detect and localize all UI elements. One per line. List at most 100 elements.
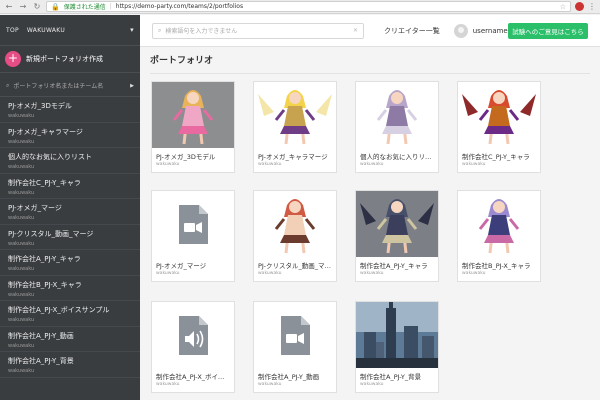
thumbnail-character-blonde — [254, 82, 336, 148]
card-team: wakuwaku — [156, 271, 180, 276]
thumbnail-character-armored — [356, 191, 438, 257]
sidebar-item-team: wakuwaku — [8, 113, 35, 119]
forward-icon[interactable]: → — [18, 2, 28, 12]
top-bar: ⌕ 検索語句を入力できません ✕ クリエイター一覧 username 試験へのご… — [140, 15, 600, 47]
sidebar-item-label: 制作会社C_PJ-Y_キャラ — [8, 178, 81, 187]
card-title: 制作会社A_PJ-X_ボイスサンプル — [156, 373, 234, 381]
sidebar-item-team: wakuwaku — [8, 317, 35, 323]
username[interactable]: username — [473, 27, 508, 35]
thumbnail-background-city — [356, 302, 438, 368]
sidebar-item-label: PJ-クリスタル_動画_マージ — [8, 229, 94, 238]
card-title: PJ-オメガ_3Dモデル — [156, 153, 216, 161]
team-dropdown-icon[interactable]: ▾ — [130, 26, 134, 34]
sidebar-header: TOP WAKUWAKU ▾ — [0, 15, 140, 45]
portfolio-card[interactable]: 制作会社A_PJ-Y_背景 wakuwaku — [355, 301, 439, 393]
page-title: ポートフォリオ — [150, 56, 214, 66]
team-name[interactable]: WAKUWAKU — [27, 27, 65, 34]
card-team: wakuwaku — [258, 271, 282, 276]
card-team: wakuwaku — [360, 271, 384, 276]
thumbnail-character-3d — [152, 82, 234, 148]
url-separator: | — [109, 3, 112, 10]
search-placeholder: 検索語句を入力できません — [165, 28, 238, 35]
sidebar-item[interactable]: 制作会社A_PJ-X_ボイスサンプル wakuwaku — [0, 301, 140, 327]
sidebar-item[interactable]: 制作会社A_PJ-Y_動画 wakuwaku — [0, 327, 140, 352]
card-team: wakuwaku — [462, 162, 486, 167]
search-input[interactable]: ⌕ 検索語句を入力できません ✕ — [152, 22, 364, 39]
sidebar-search-input[interactable]: ⌕ ポートフォリオ名またはチーム名 ▶ — [0, 75, 140, 97]
sort-arrow-icon[interactable]: ▶ — [130, 83, 134, 89]
create-portfolio-label: 新規ポートフォリオ作成 — [26, 55, 103, 63]
sidebar-item-label: 制作会社B_PJ-X_キャラ — [8, 280, 82, 289]
sidebar-item-label: 制作会社A_PJ-X_ボイスサンプル — [8, 306, 110, 314]
sidebar-item-team: wakuwaku — [8, 342, 35, 349]
sidebar-item[interactable]: PJ-オメガ_マージ wakuwaku — [0, 199, 140, 225]
sidebar-item[interactable]: PJ-オメガ_キャラマージ wakuwaku — [0, 123, 140, 148]
sidebar-item-team: wakuwaku — [8, 368, 35, 374]
sidebar-item[interactable]: PJ-オメガ_3Dモデル wakuwaku — [0, 97, 140, 123]
card-title: PJ-クリスタル_動画_マージ — [258, 262, 336, 270]
card-title: PJ-オメガ_キャラマージ — [258, 153, 328, 161]
sidebar-item-label: PJ-オメガ_3Dモデル — [8, 102, 72, 110]
sidebar-item-label: 制作会社A_PJ-Y_動画 — [8, 331, 74, 340]
sidebar-item[interactable]: 制作会社C_PJ-Y_キャラ wakuwaku — [0, 174, 140, 199]
sidebar-item-team: wakuwaku — [8, 266, 35, 272]
sidebar-item-team: wakuwaku — [8, 215, 35, 221]
reload-icon[interactable]: ↻ — [32, 2, 42, 12]
card-title: 制作会社C_PJ-Y_キャラ — [462, 153, 530, 161]
back-icon[interactable]: ← — [4, 2, 14, 12]
avatar[interactable] — [453, 23, 468, 38]
sidebar-item-label: PJ-オメガ_マージ — [8, 204, 62, 212]
sidebar-item[interactable]: PJ-クリスタル_動画_マージ wakuwaku — [0, 225, 140, 250]
browser-toolbar: ← → ↻ 🔒 保護された通信 | https://demo-party.com… — [0, 0, 600, 14]
thumbnail-character-fighter — [254, 191, 336, 257]
portfolio-card[interactable]: 制作会社B_PJ-X_キャラ wakuwaku — [457, 190, 541, 282]
search-icon: ⌕ — [6, 81, 10, 89]
address-bar[interactable]: 🔒 保護された通信 | https://demo-party.com/teams… — [46, 1, 571, 12]
secure-label: 保護された通信 — [63, 4, 106, 11]
card-title: 制作会社A_PJ-Y_動画 — [258, 373, 320, 381]
portfolio-grid: PJ-オメガ_3Dモデル wakuwaku PJ-オメガ_キャラマージ wakuwak… — [151, 81, 591, 400]
card-team: wakuwaku — [360, 382, 384, 387]
sidebar-item[interactable]: 個人的なお気に入りリスト wakuwaku — [0, 148, 140, 174]
browser-menu-icon[interactable]: ⋮ — [588, 2, 596, 11]
bookmark-star-icon[interactable]: ☆ — [560, 3, 566, 11]
portfolio-card[interactable]: PJ-オメガ_キャラマージ wakuwaku — [253, 81, 337, 173]
app-window: ← → ↻ 🔒 保護された通信 | https://demo-party.com… — [0, 0, 600, 400]
sidebar: TOP WAKUWAKU ▾ + 新規ポートフォリオ作成 ⌕ ポートフォリオ名ま… — [0, 15, 140, 400]
thumbnail-character-girl — [356, 82, 438, 148]
opinion-button[interactable]: 試験へのご意見はこちら — [508, 22, 588, 39]
sidebar-item-label: PJ-オメガ_キャラマージ — [8, 127, 83, 136]
sidebar-item-label: 制作会社A_PJ-Y_背景 — [8, 357, 74, 365]
create-portfolio-button[interactable]: + 新規ポートフォリオ作成 — [0, 45, 140, 73]
portfolio-card[interactable]: 制作会社A_PJ-X_ボイスサンプルwakuwaku — [151, 301, 235, 393]
plus-icon: + — [5, 51, 21, 67]
search-icon: ⌕ — [158, 26, 162, 34]
portfolio-card[interactable]: PJ-オメガ_マージ wakuwaku — [151, 190, 235, 282]
lock-icon: 🔒 — [51, 2, 60, 11]
card-title: 制作会社B_PJ-X_キャラ — [462, 262, 531, 270]
card-title: PJ-オメガ_マージ — [156, 262, 207, 270]
thumbnail-character-mage — [458, 191, 540, 257]
extension-icon[interactable] — [575, 2, 584, 11]
portfolio-card[interactable]: 個人的なお気に入りリスト wakuwaku — [355, 81, 439, 173]
sidebar-item-label: 個人的なお気に入りリスト — [8, 153, 92, 161]
top-link[interactable]: TOP — [6, 27, 19, 34]
sidebar-item[interactable]: 制作会社A_PJ-Y_キャラ wakuwaku — [0, 250, 140, 276]
sidebar-search-placeholder: ポートフォリオ名またはチーム名 — [13, 83, 104, 90]
video-file-icon — [152, 191, 234, 257]
portfolio-list: PJ-オメガ_3Dモデル wakuwaku PJ-オメガ_キャラマージ wakuwak… — [0, 97, 140, 378]
sidebar-item[interactable]: 制作会社A_PJ-Y_背景 wakuwaku — [0, 352, 140, 378]
portfolio-card[interactable]: 制作会社C_PJ-Y_キャラ wakuwaku — [457, 81, 541, 173]
portfolio-card[interactable]: PJ-オメガ_3Dモデル wakuwaku — [151, 81, 235, 173]
sidebar-item-team: wakuwaku — [8, 138, 35, 145]
creator-list-link[interactable]: クリエイター一覧 — [384, 26, 440, 36]
portfolio-card[interactable]: 制作会社A_PJ-Y_動画 wakuwaku — [253, 301, 337, 393]
sidebar-item[interactable]: 制作会社B_PJ-X_キャラ wakuwaku — [0, 276, 140, 301]
portfolio-card[interactable]: 制作会社A_PJ-Y_キャラ wakuwaku — [355, 190, 439, 282]
clear-icon[interactable]: ✕ — [353, 27, 358, 34]
video-file-icon — [254, 302, 336, 368]
sidebar-item-team: wakuwaku — [8, 291, 35, 298]
thumbnail-character-dragon — [458, 82, 540, 148]
portfolio-card[interactable]: PJ-クリスタル_動画_マージ wakuwaku — [253, 190, 337, 282]
card-team: wakuwaku — [156, 382, 180, 387]
